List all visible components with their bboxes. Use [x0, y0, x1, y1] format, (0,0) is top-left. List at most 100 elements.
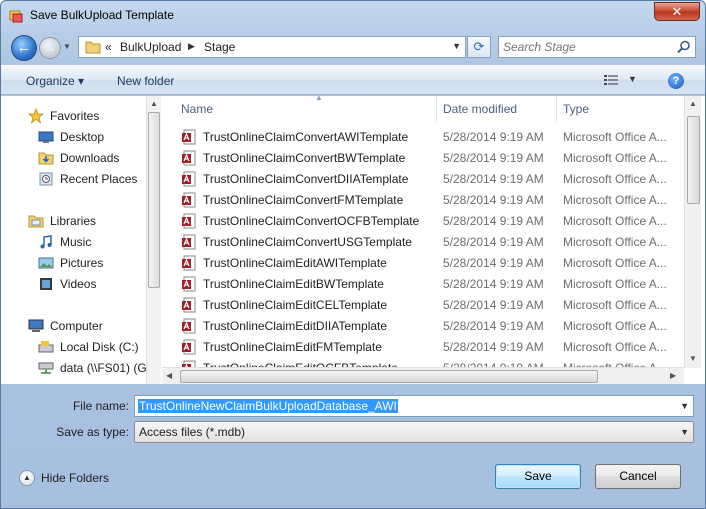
organize-button[interactable]: Organize ▾: [26, 74, 84, 88]
cancel-button[interactable]: Cancel: [595, 464, 681, 489]
help-button[interactable]: ?: [668, 73, 684, 89]
file-date: 5/28/2014 9:19 AM: [443, 214, 544, 228]
file-name: TrustOnlineClaimEditDIIATemplate: [203, 319, 388, 333]
file-row[interactable]: TrustOnlineClaimConvertAWITemplate 5/28/2…: [162, 127, 682, 148]
file-list-horizontal-scrollbar[interactable]: ◀ ▶: [162, 367, 684, 384]
access-file-icon: [182, 234, 196, 250]
file-date: 5/28/2014 9:19 AM: [443, 172, 544, 186]
file-row[interactable]: TrustOnlineClaimEditOCFBTemplate5/28/201…: [162, 358, 682, 367]
file-date: 5/28/2014 9:19 AM: [443, 319, 544, 333]
file-date: 5/28/2014 9:19 AM: [443, 340, 544, 354]
file-date: 5/28/2014 9:19 AM: [443, 151, 544, 165]
file-row[interactable]: TrustOnlineClaimEditDIIATemplate 5/28/201…: [162, 316, 682, 337]
forward-button[interactable]: →: [39, 37, 61, 59]
file-row[interactable]: TrustOnlineClaimConvertOCFBTemplate 5/28/…: [162, 211, 682, 232]
scrollbar-thumb[interactable]: [180, 370, 598, 383]
access-file-icon: [182, 360, 196, 367]
file-name: TrustOnlineClaimConvertDIIATemplate: [203, 172, 409, 186]
sidebar-item-label: Desktop: [60, 130, 105, 144]
sidebar-item-label: Recent Places: [60, 172, 138, 186]
scroll-right-icon[interactable]: ▶: [670, 371, 676, 380]
save-as-type-select[interactable]: Access files (*.mdb) ▼: [134, 421, 694, 443]
close-button[interactable]: ✕: [654, 2, 700, 21]
scrollbar-thumb[interactable]: [687, 116, 700, 204]
file-name: TrustOnlineClaimConvertOCFBTemplate: [203, 214, 420, 228]
navigation-pane-scrollbar[interactable]: ▲: [146, 96, 161, 384]
scroll-up-icon[interactable]: ▲: [689, 99, 697, 108]
recent-locations-chevron-icon[interactable]: ▼: [63, 42, 71, 51]
refresh-button[interactable]: ⟳: [467, 36, 491, 58]
hide-folders-label: Hide Folders: [41, 471, 110, 485]
access-file-icon: [182, 255, 196, 271]
file-row[interactable]: TrustOnlineClaimConvertUSGTemplate 5/28/2…: [162, 232, 682, 253]
breadcrumb-separator-icon[interactable]: ▶: [188, 41, 195, 52]
file-type: Microsoft Office A...: [563, 172, 667, 186]
scroll-up-icon[interactable]: ▲: [150, 99, 158, 108]
search-box[interactable]: [498, 36, 696, 58]
change-view-button[interactable]: ▼: [604, 73, 638, 89]
file-row[interactable]: TrustOnlineClaimConvertDIIATemplate 5/28/…: [162, 169, 682, 190]
save-button[interactable]: Save: [495, 464, 581, 489]
file-list-vertical-scrollbar[interactable]: ▲ ▼: [684, 96, 701, 368]
file-row[interactable]: TrustOnlineClaimConvertBWTemplate 5/28/20…: [162, 148, 682, 169]
music-icon: [40, 235, 52, 249]
file-date: 5/28/2014 9:19 AM: [443, 277, 544, 291]
access-file-icon: [182, 276, 196, 292]
search-input[interactable]: [503, 39, 673, 55]
file-rows: TrustOnlineClaimConvertAWITemplate 5/28/2…: [162, 96, 684, 367]
sidebar-item-label: Favorites: [50, 109, 100, 123]
file-name-label: File name:: [72, 399, 129, 413]
file-row[interactable]: TrustOnlineClaimEditBWTemplate 5/28/2014 …: [162, 274, 682, 295]
file-type: Microsoft Office A...: [563, 298, 667, 312]
scrollbar-thumb[interactable]: [148, 112, 160, 288]
file-type: Microsoft Office A...: [563, 214, 667, 228]
sidebar-item-label: Libraries: [50, 214, 97, 228]
file-row[interactable]: TrustOnlineClaimEditFMTemplate 5/28/2014 …: [162, 337, 682, 358]
sidebar-item-label: Videos: [60, 277, 97, 291]
content-area: Favorites Desktop Downloads Recent Place…: [1, 93, 705, 384]
file-type: Microsoft Office A...: [563, 340, 667, 354]
file-name: TrustOnlineClaimEditAWITemplate: [203, 256, 387, 270]
sidebar-item-label: data (\\FS01) (G:: [60, 361, 151, 375]
file-name: TrustOnlineClaimConvertAWITemplate: [203, 130, 409, 144]
file-name-dropdown-icon[interactable]: ▼: [680, 401, 689, 411]
breadcrumb-overflow[interactable]: «: [105, 40, 112, 54]
file-date: 5/28/2014 9:19 AM: [443, 130, 544, 144]
sidebar-item-label: Music: [60, 235, 92, 249]
address-dropdown-icon[interactable]: ▼: [452, 41, 461, 51]
view-dropdown-icon[interactable]: ▼: [628, 74, 637, 84]
file-name-value[interactable]: TrustOnlineNewClaimBulkUploadDatabase_AW…: [138, 399, 398, 413]
libraries-icon: [28, 215, 44, 228]
file-date: 5/28/2014 9:19 AM: [443, 193, 544, 207]
save-dialog: Save BulkUpload Template ✕ ← → ▼ « BulkU…: [0, 0, 706, 509]
search-icon[interactable]: [677, 40, 691, 54]
address-bar[interactable]: « BulkUpload ▶ Stage ▼: [78, 36, 466, 58]
desktop-icon: [38, 131, 54, 143]
navigation-pane: Favorites Desktop Downloads Recent Place…: [1, 96, 161, 384]
star-icon: [28, 108, 44, 124]
downloads-icon: [38, 152, 54, 165]
file-type: Microsoft Office A...: [563, 319, 667, 333]
save-as-type-label: Save as type:: [56, 425, 129, 439]
file-type: Microsoft Office A...: [563, 235, 667, 249]
file-name: TrustOnlineClaimEditFMTemplate: [203, 340, 382, 354]
file-row[interactable]: TrustOnlineClaimEditCELTemplate 5/28/2014…: [162, 295, 682, 316]
breadcrumb-bulkupload[interactable]: BulkUpload: [120, 40, 181, 54]
title-bar: Save BulkUpload Template ✕: [1, 1, 705, 31]
new-folder-button[interactable]: New folder: [117, 74, 174, 88]
disk-icon: [38, 341, 54, 353]
breadcrumb-stage[interactable]: Stage: [204, 40, 235, 54]
recent-places-icon: [39, 172, 53, 186]
file-row[interactable]: TrustOnlineClaimConvertFMTemplate 5/28/20…: [162, 190, 682, 211]
file-row[interactable]: TrustOnlineClaimEditAWITemplate 5/28/2014…: [162, 253, 682, 274]
scroll-down-icon[interactable]: ▼: [689, 354, 697, 363]
file-name-field[interactable]: TrustOnlineNewClaimBulkUploadDatabase_AW…: [134, 395, 694, 417]
scroll-left-icon[interactable]: ◀: [166, 371, 172, 380]
collapse-up-icon: ▲: [19, 470, 35, 486]
back-button[interactable]: ←: [11, 35, 37, 61]
file-type: Microsoft Office A...: [563, 151, 667, 165]
sidebar-item-label: Pictures: [60, 256, 104, 270]
file-name: TrustOnlineClaimConvertUSGTemplate: [203, 235, 412, 249]
save-as-type-dropdown-icon[interactable]: ▼: [680, 427, 689, 437]
file-date: 5/28/2014 9:19 AM: [443, 298, 544, 312]
